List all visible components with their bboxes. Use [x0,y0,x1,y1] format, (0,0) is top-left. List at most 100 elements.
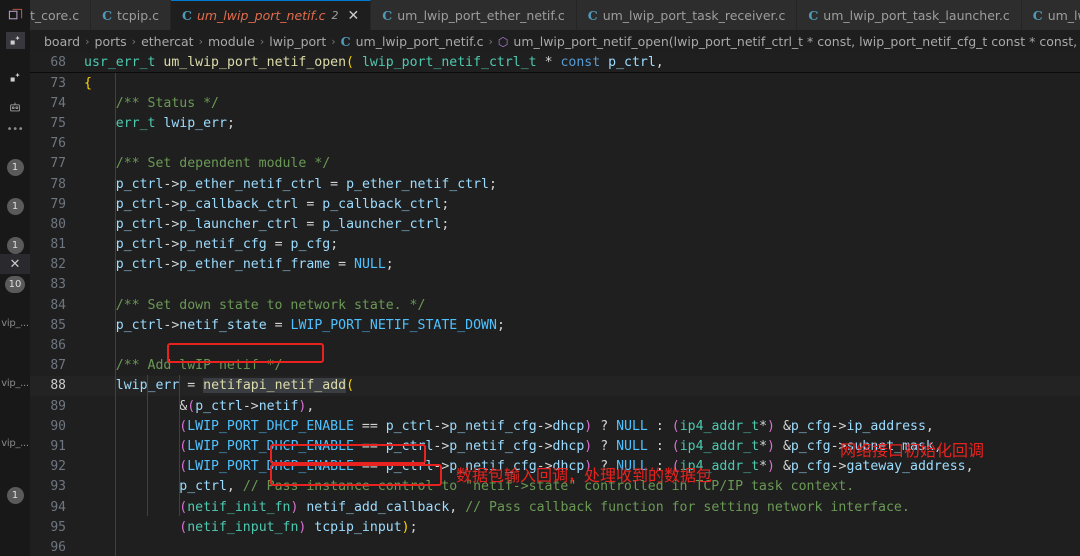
rail-badge-label: 1 [6,158,24,176]
c-file-icon: C [587,7,598,23]
line-number: 84 [50,297,66,313]
code-editor[interactable]: 68 usr_err_t um_lwip_port_netif_open( lw… [30,53,1080,556]
tab-tcpip-c[interactable]: Ctcpip.c [91,0,171,30]
code-line[interactable]: 76 [30,134,1080,154]
tab-label: um_lwip_port_ether_netif.c [397,7,565,23]
tab-label: um_lwip_port.c [1047,7,1080,23]
c-file-icon: C [382,7,393,23]
split-editor-icon[interactable] [0,0,30,30]
note-netif-init-callback: 网络接口初始化回调 [840,441,985,460]
tab-um-lwip-port-task-launcher-c[interactable]: Cum_lwip_port_task_launcher.c [797,0,1022,30]
rail-badge-label: 1 [6,236,24,254]
line-number: 96 [50,539,66,555]
line-number: 80 [50,216,66,232]
code-line[interactable]: 81 p_ctrl->p_netif_cfg = p_cfg; [30,235,1080,255]
rail-badge-label: 10 [4,275,26,293]
indent-guide [147,375,148,516]
line-number: 82 [50,257,66,273]
editor-body: ••• 1 1 1 ✕ 10 vip_... vip_... vip_... 1 68 usr_e… [0,53,1080,556]
code-line[interactable]: 84 /** Set down state to network state. … [30,295,1080,315]
code-line[interactable]: 89 &(p_ctrl->netif), [30,396,1080,416]
breadcrumb-separator: › [488,35,493,48]
code-line[interactable]: 96 [30,537,1080,556]
label-wip-2[interactable]: vip_... [0,373,30,393]
code-line[interactable]: 78 p_ctrl->p_ether_netif_ctrl = p_ether_… [30,174,1080,194]
line-number: 79 [50,196,66,212]
code-line[interactable]: 83 [30,275,1080,295]
close-icon[interactable]: ✕ [0,254,30,274]
breadcrumb-item[interactable]: lwip_port [269,34,326,49]
code-line[interactable]: 82 p_ctrl->p_ether_netif_frame = NULL; [30,255,1080,275]
breadcrumb-item[interactable]: ports [95,34,127,49]
breadcrumb-item[interactable]: um_lwip_port_netif_open(lwip_port_netif_… [513,34,1080,49]
c-file-icon: C [102,7,113,23]
breadcrumb-separator: › [198,35,203,48]
breadcrumb-item[interactable]: module [208,34,255,49]
badge-1d[interactable]: 1 [0,485,30,505]
sparkle-icon [10,72,20,82]
code-line-current[interactable]: 88 lwip_err = netifapi_netif_add( [30,375,1080,396]
code-line[interactable]: 94 (netif_init_fn) netif_add_callback, /… [30,497,1080,517]
sticky-scroll-line[interactable]: 68 usr_err_t um_lwip_port_netif_open( lw… [30,53,1080,73]
line-text: /** Set dependent module */ [115,156,331,172]
code-line[interactable]: 87 /** Add lwIP netif */ [30,356,1080,376]
sticky-line-number: 68 [50,55,66,70]
code-line[interactable]: 90 (LWIP_PORT_DHCP_ENABLE == p_ctrl->p_n… [30,416,1080,436]
tab-um-lwip-port-c[interactable]: Cum_lwip_port.c [1021,0,1080,30]
line-number: 93 [50,479,66,495]
label-wip-3[interactable]: vip_... [0,433,30,453]
breadcrumb[interactable]: board › ports › ethercat › module › lwip_port › Cu… [30,30,1080,53]
method-icon: ⬡ [497,34,509,49]
badge-1c[interactable]: 1 [0,235,30,255]
breadcrumb-item[interactable]: board [44,34,80,49]
rail-badge-label: 1 [6,486,24,504]
c-file-icon: C [808,7,819,23]
line-number: 78 [50,176,66,192]
line-text: p_ctrl->p_ether_netif_frame = NULL; [115,257,394,273]
line-number: 76 [50,136,66,152]
ellipsis-icon[interactable]: ••• [0,119,30,139]
vscode-window: t_core.c Ctcpip.c Cum_lwip_port_netif.c 2 ✕ C… [0,0,1080,556]
activity-rail[interactable]: ••• 1 1 1 ✕ 10 vip_... vip_... vip_... 1 [0,53,30,556]
line-number: 87 [50,358,66,374]
rail-text-label: vip_... [1,317,29,329]
breadcrumb-item[interactable]: ethercat [141,34,194,49]
line-number: 91 [50,438,66,454]
code-line[interactable]: 74 /** Status */ [30,93,1080,113]
tab-t-core-c[interactable]: t_core.c [30,0,92,30]
tab-um-lwip-port-netif-c[interactable]: Cum_lwip_port_netif.c 2 ✕ [171,0,372,30]
badge-1a[interactable]: 1 [0,157,30,177]
tab-label: um_lwip_port_task_receiver.c [602,7,786,23]
line-number: 90 [50,418,66,434]
breadcrumb-separator: › [131,35,137,48]
code-line[interactable]: 85 p_ctrl->netif_state = LWIP_PORT_NETIF… [30,315,1080,335]
close-glyph: ✕ [9,256,21,272]
code-line[interactable]: 77 /** Set dependent module */ [30,154,1080,174]
c-file-icon: C [182,8,192,23]
c-file-icon: C [340,34,351,49]
code-line[interactable]: 86 [30,335,1080,355]
breadcrumb-separator: › [259,35,265,48]
badge-1b[interactable]: 1 [0,196,30,216]
line-number: 81 [50,237,66,253]
badge-10[interactable]: 10 [0,274,30,294]
tab-um-lwip-port-ether-netif-c[interactable]: Cum_lwip_port_ether_netif.c [371,0,577,30]
line-text: lwip_err = netifapi_netif_add( [116,378,355,394]
tab-um-lwip-port-task-receiver-c[interactable]: Cum_lwip_port_task_receiver.c [576,0,798,30]
code-line[interactable]: 80 p_ctrl->p_launcher_ctrl = p_launcher_… [30,214,1080,234]
breadcrumb-item[interactable]: um_lwip_port_netif.c [356,34,484,49]
code-line[interactable]: 95 (netif_input_fn) tcpip_input); [30,517,1080,537]
indent-guide [179,375,180,516]
label-wip-1[interactable]: vip_... [0,313,30,333]
close-icon[interactable]: ✕ [348,9,360,23]
code-line[interactable]: 79 p_ctrl->p_callback_ctrl = p_callback_… [30,194,1080,214]
editor-tabs[interactable]: t_core.c Ctcpip.c Cum_lwip_port_netif.c 2 ✕ C… [30,0,1080,30]
code-line[interactable]: 75 err_t lwip_err; [30,113,1080,133]
robot-icon[interactable] [0,97,30,117]
sparkle-icon[interactable] [5,32,25,49]
line-text: p_ctrl->p_netif_cfg = p_cfg; [115,237,339,253]
sparkle-icon[interactable] [0,67,30,87]
line-text: err_t lwip_err; [115,115,235,131]
code-line[interactable]: 73 { [30,73,1080,93]
line-text: (LWIP_PORT_DHCP_ENABLE == p_ctrl->p_neti… [179,418,934,434]
